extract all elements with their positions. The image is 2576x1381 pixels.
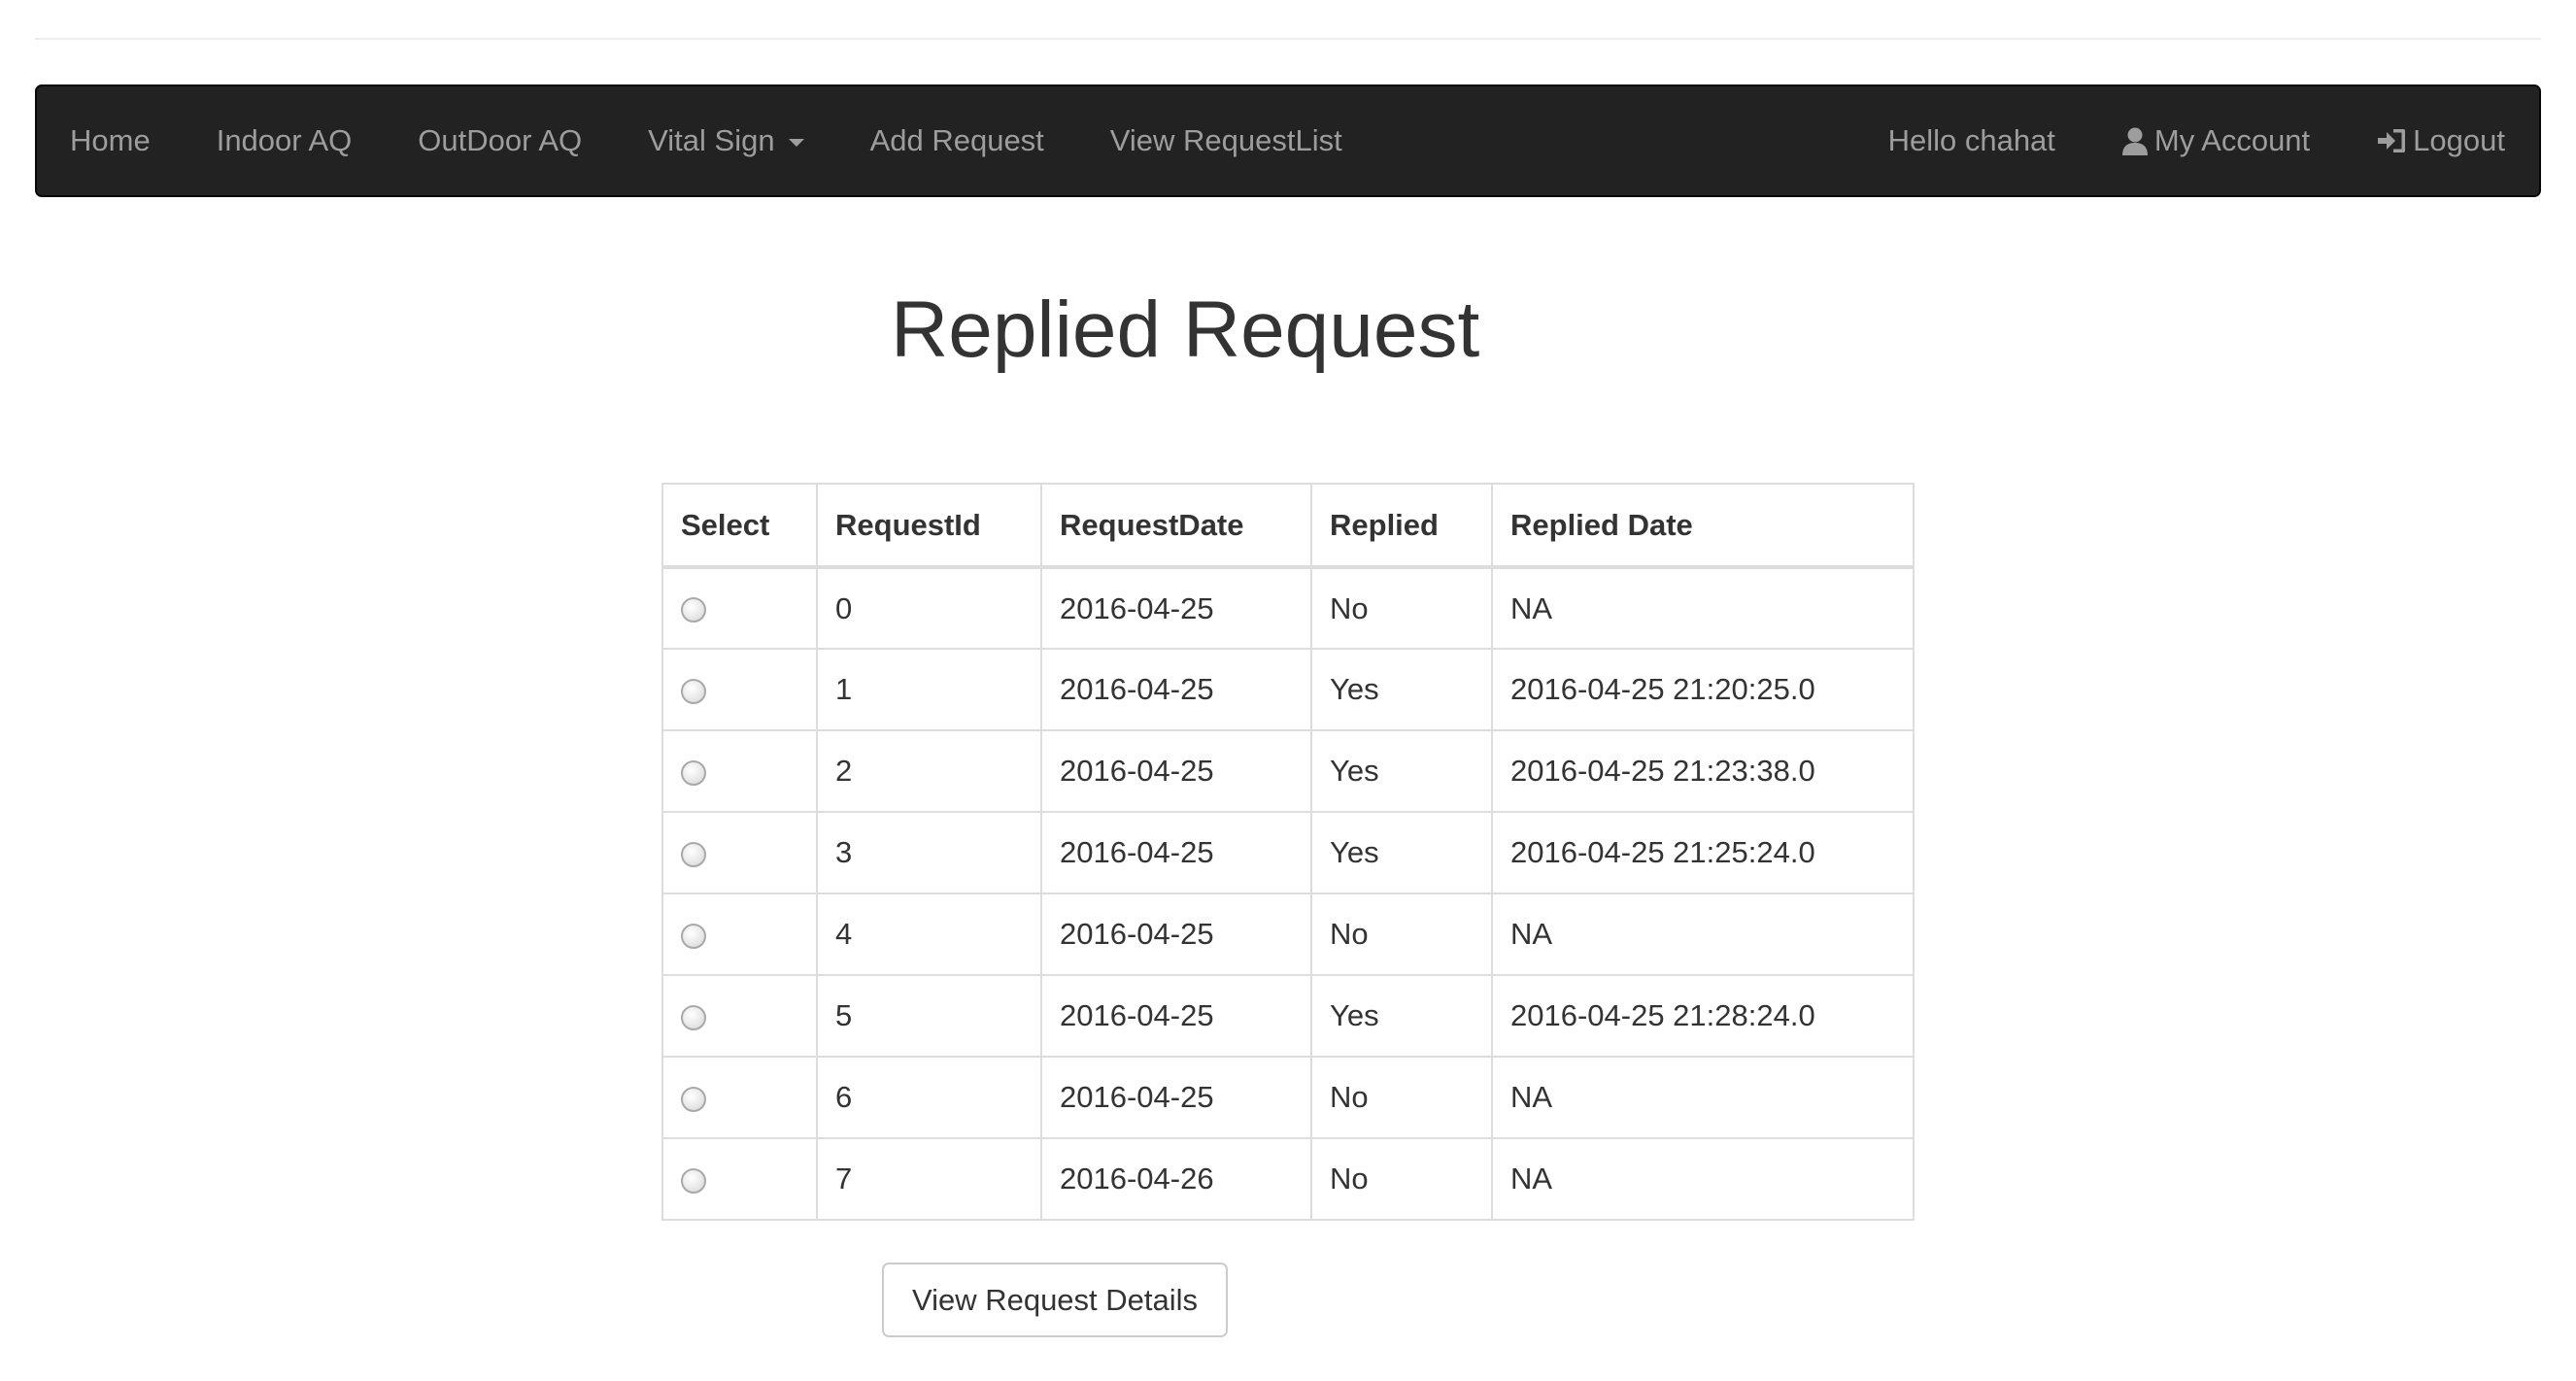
my-account-label: My Account — [2153, 123, 2311, 157]
select-cell — [661, 648, 818, 731]
select-cell — [661, 893, 818, 976]
replied-cell: No — [1310, 1056, 1493, 1139]
row-select-radio[interactable] — [681, 1167, 706, 1194]
replied-date-cell: 2016-04-25 21:20:25.0 — [1491, 648, 1915, 731]
replied-cell: Yes — [1310, 811, 1493, 894]
table-row: 0 2016-04-25 No NA — [661, 566, 1915, 650]
row-select-radio[interactable] — [681, 597, 706, 623]
request-date-cell: 2016-04-25 — [1040, 811, 1312, 894]
header-select: Select — [661, 483, 818, 569]
header-request-date: RequestDate — [1040, 483, 1312, 569]
nav-item-logout[interactable]: Logout — [2343, 86, 2539, 195]
select-cell — [661, 974, 818, 1058]
replied-cell: No — [1310, 566, 1493, 650]
nav-item-home[interactable]: Home — [37, 86, 184, 195]
replied-date-cell: NA — [1491, 1056, 1915, 1139]
table-row: 1 2016-04-25 Yes 2016-04-25 21:20:25.0 — [661, 648, 1915, 731]
navbar: Home Indoor AQ OutDoor AQ Vital Sign Add… — [35, 84, 2541, 197]
page-title: Replied Request — [891, 286, 1480, 374]
row-select-radio[interactable] — [681, 841, 706, 867]
select-cell — [661, 566, 818, 650]
nav-item-my-account[interactable]: My Account — [2088, 86, 2343, 195]
replied-date-cell: 2016-04-25 21:23:38.0 — [1491, 729, 1915, 813]
select-cell — [661, 1056, 818, 1139]
row-select-radio[interactable] — [681, 1004, 706, 1030]
row-select-radio[interactable] — [681, 1086, 706, 1112]
nav-item-indoor-aq[interactable]: Indoor AQ — [184, 86, 386, 195]
request-id-cell: 2 — [816, 729, 1042, 813]
view-request-details-button[interactable]: View Request Details — [882, 1263, 1228, 1337]
nav-left-group: Home Indoor AQ OutDoor AQ Vital Sign Add… — [37, 86, 1375, 195]
row-select-radio[interactable] — [681, 678, 706, 704]
nav-right-group: Hello chahat My Account Logout — [1855, 86, 2539, 195]
header-request-id: RequestId — [816, 483, 1042, 569]
select-cell — [661, 729, 818, 813]
request-date-cell: 2016-04-25 — [1040, 729, 1312, 813]
replied-cell: Yes — [1310, 729, 1493, 813]
table-row: 7 2016-04-26 No NA — [661, 1137, 1915, 1221]
table-header-row: Select RequestId RequestDate Replied Rep… — [661, 483, 1915, 569]
replied-date-cell: NA — [1491, 566, 1915, 650]
header-replied: Replied — [1310, 483, 1493, 569]
request-id-cell: 7 — [816, 1137, 1042, 1221]
replied-cell: Yes — [1310, 974, 1493, 1058]
nav-item-add-request[interactable]: Add Request — [837, 86, 1077, 195]
request-date-cell: 2016-04-26 — [1040, 1137, 1312, 1221]
replied-date-cell: 2016-04-25 21:28:24.0 — [1491, 974, 1915, 1058]
replied-cell: No — [1310, 893, 1493, 976]
caret-down-icon — [788, 139, 804, 147]
row-select-radio[interactable] — [681, 923, 706, 949]
replied-cell: No — [1310, 1137, 1493, 1221]
request-id-cell: 0 — [816, 566, 1042, 650]
header-replied-date: Replied Date — [1491, 483, 1915, 569]
request-date-cell: 2016-04-25 — [1040, 648, 1312, 731]
request-date-cell: 2016-04-25 — [1040, 974, 1312, 1058]
user-icon — [2121, 126, 2149, 155]
replied-date-cell: NA — [1491, 1137, 1915, 1221]
nav-item-vital-sign-label: Vital Sign — [648, 123, 775, 157]
top-divider — [35, 38, 2541, 40]
nav-item-outdoor-aq[interactable]: OutDoor AQ — [385, 86, 615, 195]
user-greeting: Hello chahat — [1887, 123, 2055, 157]
request-id-cell: 4 — [816, 893, 1042, 976]
request-id-cell: 6 — [816, 1056, 1042, 1139]
request-id-cell: 3 — [816, 811, 1042, 894]
request-date-cell: 2016-04-25 — [1040, 566, 1312, 650]
replied-date-cell: NA — [1491, 893, 1915, 976]
logout-label: Logout — [2413, 123, 2505, 157]
request-date-cell: 2016-04-25 — [1040, 1056, 1312, 1139]
requests-table: Select RequestId RequestDate Replied Rep… — [661, 483, 1915, 1221]
table-row: 3 2016-04-25 Yes 2016-04-25 21:25:24.0 — [661, 811, 1915, 894]
nav-item-vital-sign[interactable]: Vital Sign — [615, 86, 836, 195]
request-id-cell: 5 — [816, 974, 1042, 1058]
request-date-cell: 2016-04-25 — [1040, 893, 1312, 976]
select-cell — [661, 811, 818, 894]
nav-item-view-request-list[interactable]: View RequestList — [1077, 86, 1375, 195]
table-row: 6 2016-04-25 No NA — [661, 1056, 1915, 1139]
replied-date-cell: 2016-04-25 21:25:24.0 — [1491, 811, 1915, 894]
table-row: 2 2016-04-25 Yes 2016-04-25 21:23:38.0 — [661, 729, 1915, 813]
select-cell — [661, 1137, 818, 1221]
row-select-radio[interactable] — [681, 759, 706, 786]
table-row: 4 2016-04-25 No NA — [661, 893, 1915, 976]
log-in-icon — [2376, 127, 2407, 154]
replied-cell: Yes — [1310, 648, 1493, 731]
request-id-cell: 1 — [816, 648, 1042, 731]
table-row: 5 2016-04-25 Yes 2016-04-25 21:28:24.0 — [661, 974, 1915, 1058]
